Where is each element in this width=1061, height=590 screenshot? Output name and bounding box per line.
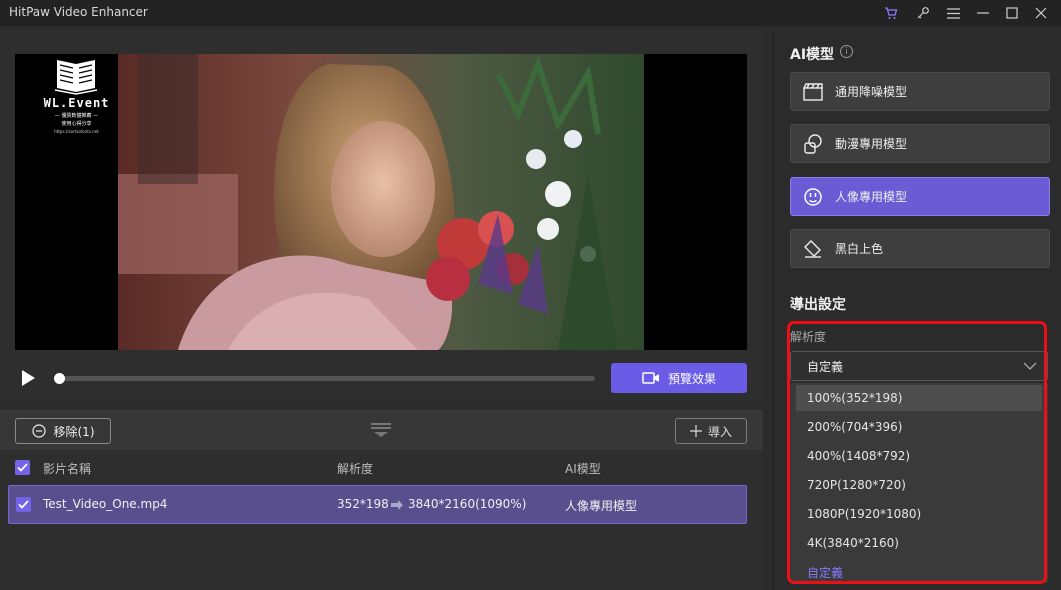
model-label: 動漫專用模型 [835, 137, 908, 151]
cart-icon[interactable] [881, 3, 901, 23]
key-icon[interactable] [913, 3, 933, 23]
target-resolution: 3840*2160(1090%) [408, 497, 527, 511]
collapse-handle-icon[interactable] [370, 422, 392, 438]
minimize-icon[interactable] [973, 3, 993, 23]
preview-effect-label: 預覽效果 [667, 371, 716, 386]
watermark-url: https://sortsofonts.net [54, 129, 99, 134]
row-model: 人像專用模型 [565, 499, 638, 513]
progress-knob[interactable] [54, 373, 65, 384]
import-button-label: 導入 [707, 424, 732, 439]
column-header-name: 影片名稱 [43, 462, 92, 476]
model-label: 通用降噪模型 [835, 85, 908, 99]
select-all-checkbox[interactable] [15, 460, 30, 475]
clapperboard-icon [803, 82, 823, 102]
column-header-resolution: 解析度 [337, 462, 374, 476]
model-button-colorize[interactable]: 黑白上色 [790, 229, 1050, 268]
paint-bucket-icon [803, 239, 823, 259]
model-button-anime[interactable]: 動漫專用模型 [790, 124, 1050, 163]
watermark-logo: WL.Event — 優質軟體推薦 — 使用心得分享 https://sorts… [29, 54, 124, 144]
file-list-panel: 移除(1) 導入 影片名稱 解析度 AI模型 Test_Video_One.mp… [0, 410, 763, 590]
video-camera-icon [642, 372, 659, 384]
menu-icon[interactable] [943, 3, 963, 23]
maximize-icon[interactable] [1002, 3, 1022, 23]
watermark-title: WL.Event [43, 96, 110, 110]
anime-icon [803, 133, 823, 154]
progress-track[interactable] [58, 376, 595, 381]
model-button-portrait[interactable]: 人像專用模型 [790, 177, 1050, 216]
model-label: 黑白上色 [835, 242, 884, 256]
preview-effect-button[interactable]: 預覽效果 [611, 363, 747, 393]
highlight-annotation-box [787, 321, 1047, 584]
export-settings-title: 導出設定 [790, 297, 846, 313]
remove-button-label: 移除(1) [53, 424, 95, 439]
play-button[interactable] [18, 368, 38, 388]
remove-button[interactable]: 移除(1) [15, 418, 111, 444]
import-button[interactable]: 導入 [675, 418, 747, 444]
book-icon [54, 60, 98, 95]
info-icon[interactable]: i [840, 45, 853, 58]
model-label: 人像專用模型 [835, 190, 908, 204]
plus-icon [689, 425, 702, 437]
list-toolbar: 移除(1) 導入 [0, 410, 763, 450]
source-resolution: 352*198 [337, 497, 389, 511]
table-row[interactable]: Test_Video_One.mp4 352*198 3840*2160(109… [8, 485, 747, 524]
file-name: Test_Video_One.mp4 [43, 497, 168, 511]
checkmark-icon [17, 463, 28, 472]
title-bar: HitPaw Video Enhancer [0, 0, 1061, 26]
video-frame-image [118, 54, 644, 350]
minus-circle-icon [31, 424, 46, 438]
arrow-right-icon [391, 499, 403, 513]
watermark-line1: — 優質軟體推薦 — [54, 113, 99, 119]
watermark-line2: 使用心得分享 [61, 121, 92, 127]
video-preview: WL.Event — 優質軟體推薦 — 使用心得分享 https://sorts… [15, 54, 747, 350]
app-title: HitPaw Video Enhancer [9, 5, 148, 19]
ai-model-title: AI模型 [790, 47, 835, 63]
model-button-denoise[interactable]: 通用降噪模型 [790, 72, 1050, 111]
close-icon[interactable] [1031, 3, 1051, 23]
checkmark-icon [18, 500, 29, 509]
row-checkbox[interactable] [16, 497, 31, 512]
play-icon [22, 370, 35, 386]
face-icon [803, 187, 823, 207]
player-panel: WL.Event — 優質軟體推薦 — 使用心得分享 https://sorts… [0, 30, 763, 400]
column-header-model: AI模型 [565, 462, 601, 476]
